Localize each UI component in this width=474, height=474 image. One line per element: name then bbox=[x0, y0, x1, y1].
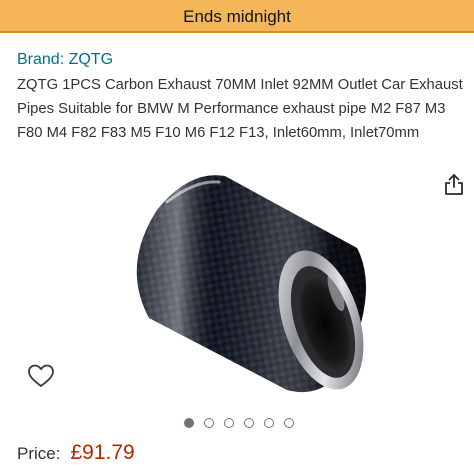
share-icon bbox=[445, 174, 463, 195]
carousel-dot[interactable] bbox=[284, 418, 294, 428]
carousel-dot[interactable] bbox=[264, 418, 274, 428]
carousel-dot[interactable] bbox=[224, 418, 234, 428]
carousel-dot[interactable] bbox=[204, 418, 214, 428]
price-label: Price: bbox=[17, 444, 61, 463]
heart-icon bbox=[28, 364, 54, 387]
brand-link[interactable]: Brand: ZQTG bbox=[17, 51, 113, 69]
deal-banner: Ends midnight bbox=[0, 0, 474, 33]
product-page: Ends midnight Brand: ZQTG ZQTG 1PCS Carb… bbox=[0, 0, 474, 474]
carbon-exhaust-tip-image bbox=[136, 175, 366, 393]
share-button[interactable] bbox=[440, 170, 468, 198]
carousel-dot[interactable] bbox=[184, 418, 194, 428]
product-title: ZQTG 1PCS Carbon Exhaust 70MM Inlet 92MM… bbox=[17, 77, 463, 141]
price-value: £91.79 bbox=[70, 441, 135, 464]
add-to-wishlist-button[interactable] bbox=[26, 362, 56, 390]
carousel-dot[interactable] bbox=[244, 418, 254, 428]
deal-banner-text: Ends midnight bbox=[183, 7, 291, 26]
image-carousel-dots bbox=[184, 418, 294, 432]
price-row: Price: £91.79 bbox=[17, 441, 135, 469]
